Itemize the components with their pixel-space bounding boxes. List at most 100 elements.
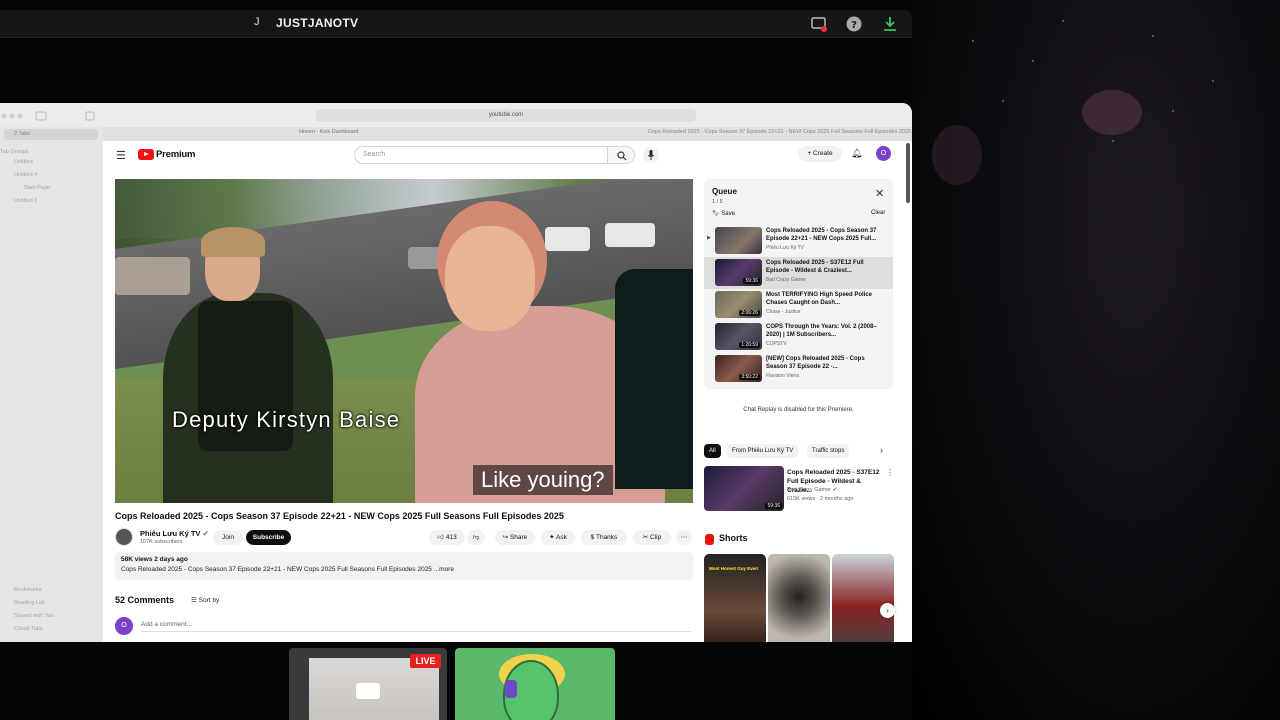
sort-by-button[interactable]: ☰ Sort by <box>191 596 219 604</box>
mic-icon[interactable] <box>643 147 659 163</box>
channel-name[interactable]: JUSTJANOTV <box>276 16 358 30</box>
queue-item[interactable]: 2:06:26 Most TERRIFYING High Speed Polic… <box>704 289 893 321</box>
chat-replay-notice: Chat Replay is disabled for this Premier… <box>743 407 854 413</box>
queue-title: Queue <box>712 187 737 196</box>
browser-toolbar: youtube.com <box>0 103 912 127</box>
channel-name[interactable]: Phiêu Lưu Ký TV ✔ <box>140 529 209 538</box>
channel-avatar[interactable]: J <box>254 16 268 32</box>
youtube-premium-label[interactable]: Premium <box>156 149 195 160</box>
chevron-right-icon[interactable]: › <box>880 445 883 455</box>
sparkle-icon: ✦ <box>549 534 557 541</box>
ask-button[interactable]: ✦ Ask <box>541 530 575 545</box>
browser-tabs: Hoven - Kick Dashboard Cops Reloaded 202… <box>103 127 912 141</box>
queue-thumbnail: 3:50:22 <box>715 355 762 382</box>
sidebar-item-start-page[interactable]: Start Page <box>24 185 50 191</box>
like-button[interactable]: 👍︎ 413 <box>429 530 465 545</box>
chip-all[interactable]: All <box>704 444 721 458</box>
youtube-logo-icon[interactable] <box>138 149 154 160</box>
sidebar-item-untitled[interactable]: Untitled <box>14 159 33 165</box>
notifications-bell-icon[interactable]: 🔔︎ <box>851 148 862 159</box>
search-button[interactable] <box>607 146 635 164</box>
more-vert-icon[interactable]: ⋮ <box>886 468 894 477</box>
sidebar-item-untitled-4[interactable]: Untitled 4 <box>14 172 37 178</box>
my-avatar: O <box>115 617 133 635</box>
sidebar-item-untitled-3[interactable]: Untitled 3 <box>14 198 37 204</box>
help-icon[interactable]: ? <box>845 15 863 33</box>
sort-icon: ☰ <box>191 597 199 604</box>
thumbs-down-icon: 👎︎ <box>472 534 480 541</box>
description-text: Cops Reloaded 2025 - Cops Season 37 Epis… <box>121 566 454 573</box>
avatar-tile[interactable] <box>455 648 615 720</box>
queue-clear-button[interactable]: Clear <box>871 210 885 216</box>
bookmark-icon: 🔖︎ <box>712 211 722 217</box>
queue-save-button[interactable]: 🔖︎ Save <box>712 210 735 217</box>
chip-traffic-stops[interactable]: Traffic stops <box>807 444 850 458</box>
channel-avatar[interactable] <box>115 528 133 546</box>
share-button[interactable]: ↪ Share <box>495 530 535 545</box>
thanks-button[interactable]: $ Thanks <box>581 530 627 545</box>
search-icon <box>617 151 627 161</box>
close-icon[interactable]: ✕ <box>875 187 884 200</box>
shorts-heading: Shorts <box>719 533 748 543</box>
queue-panel: Queue 1 / 5 ✕ 🔖︎ Save Clear ▶ Cops Reloa… <box>704 179 893 389</box>
video-title: Cops Reloaded 2025 - Cops Season 37 Epis… <box>115 511 564 521</box>
stream-top-bar: J JUSTJANOTV ? <box>0 10 912 38</box>
verified-icon: ✔ <box>832 487 838 493</box>
chip-from-channel[interactable]: From Phiêu Lưu Ký TV <box>727 444 799 458</box>
add-comment-input[interactable]: Add a comment... <box>141 621 691 632</box>
queue-thumbnail <box>715 227 762 254</box>
sidebar-item-icloud-tabs[interactable]: iCloud Tabs <box>14 626 43 632</box>
clip-button[interactable]: ✂ Clip <box>633 530 671 545</box>
short-video[interactable]: Most Honest Guy Ever! <box>704 554 766 642</box>
share-icon: ↪ <box>502 534 510 541</box>
filter-chips: All From Phiêu Lưu Ký TV Traffic stops › <box>704 444 904 458</box>
more-actions-icon[interactable]: ⋯ <box>676 530 692 545</box>
subscriber-count: 107K subscribers <box>140 539 183 545</box>
subscribe-button[interactable]: Subscribe <box>246 530 291 545</box>
download-icon[interactable] <box>881 15 899 33</box>
queue-item[interactable]: ▶ Cops Reloaded 2025 - Cops Season 37 Ep… <box>704 225 893 257</box>
sidebar-item-shared[interactable]: Shared with You <box>14 613 54 619</box>
screen-record-icon[interactable] <box>810 15 828 33</box>
svg-text:?: ? <box>851 20 857 31</box>
queue-thumbnail: 1:26:59 <box>715 323 762 350</box>
hamburger-menu-icon[interactable]: ☰ <box>116 149 126 162</box>
browser-sidebar: 2 Tabs Tab Groups Untitled Untitled 4 St… <box>0 127 103 642</box>
recommended-channel[interactable]: Bad Crazy Gamer ✔ <box>787 487 837 493</box>
queue-item[interactable]: 3:50:22 [NEW] Cops Reloaded 2025 - Cops … <box>704 353 893 385</box>
short-video[interactable] <box>832 554 894 642</box>
short-video[interactable] <box>768 554 830 642</box>
shorts-next-icon[interactable]: › <box>880 603 895 618</box>
queue-item[interactable]: 59:36 Cops Reloaded 2025 - S37E12 Full E… <box>704 257 893 289</box>
user-avatar[interactable]: O <box>876 146 891 161</box>
live-badge: LIVE <box>410 654 441 668</box>
page-scrollbar[interactable] <box>906 143 910 203</box>
stream-screen: J JUSTJANOTV ? youtube.com Hoven - Kick … <box>0 0 1280 720</box>
queue-thumbnail: 2:06:26 <box>715 291 762 318</box>
sidebar-tabs-count[interactable]: 2 Tabs <box>14 131 30 137</box>
recommended-views: 615K views · 2 months ago <box>787 496 854 502</box>
views-date: 58K views 2 days ago <box>121 556 188 563</box>
shorts-icon <box>705 534 714 545</box>
queue-item[interactable]: 1:26:59 COPS Through the Years: Vol. 2 (… <box>704 321 893 353</box>
tab-youtube-video[interactable]: Cops Reloaded 2025 - Cops Season 37 Epis… <box>648 129 911 135</box>
thumbs-up-icon: 👍︎ <box>437 534 445 541</box>
join-button[interactable]: Join <box>213 530 243 545</box>
verified-icon: ✔ <box>202 529 209 538</box>
dislike-button[interactable]: 👎︎ <box>467 530 485 545</box>
sidebar-item-reading-list[interactable]: Reading List <box>14 600 45 606</box>
video-lower-third: Deputy Kirstyn Baise <box>172 407 401 432</box>
search-input[interactable]: Search <box>354 146 608 164</box>
recommended-thumbnail[interactable]: 59:36 <box>704 466 784 511</box>
sidebar-item-bookmarks[interactable]: Bookmarks <box>14 587 42 593</box>
queue-count: 1 / 5 <box>712 199 723 205</box>
video-description[interactable]: 58K views 2 days ago Cops Reloaded 2025 … <box>115 552 693 580</box>
video-player[interactable]: Deputy Kirstyn Baise Like youing? <box>115 179 693 503</box>
queue-thumbnail: 59:36 <box>715 259 762 286</box>
shared-screen: youtube.com Hoven - Kick Dashboard Cops … <box>0 103 912 642</box>
sidebar-tab-groups: Tab Groups <box>0 149 29 155</box>
tab-kick-dashboard[interactable]: Hoven - Kick Dashboard <box>299 129 359 135</box>
address-bar[interactable]: youtube.com <box>316 109 696 122</box>
create-button[interactable]: + Create <box>798 146 842 162</box>
screen-share-icon <box>356 683 380 699</box>
